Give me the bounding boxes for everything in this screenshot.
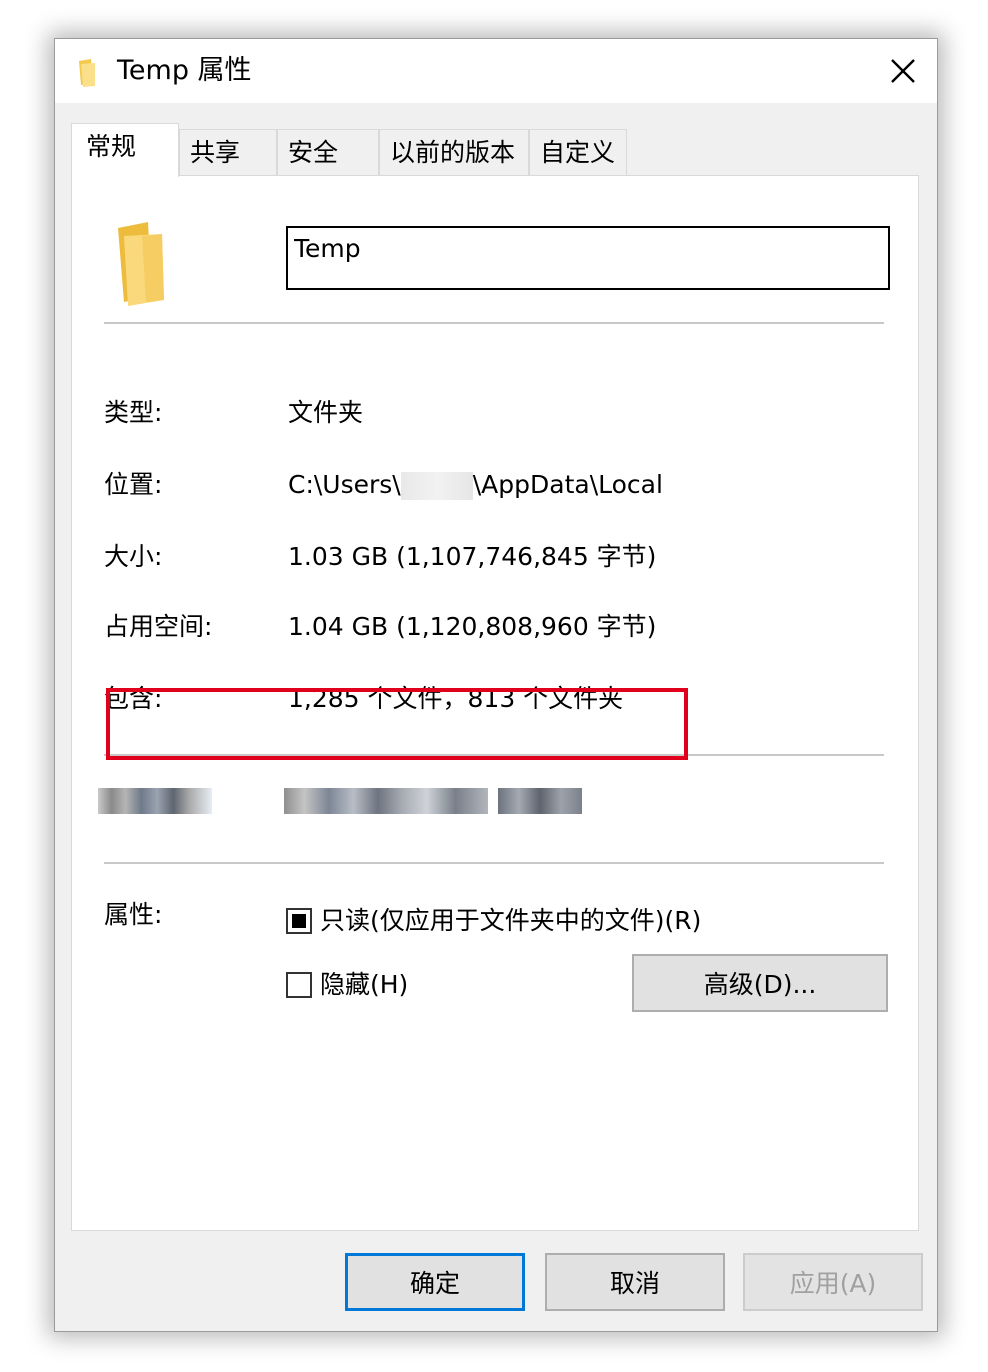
redacted-username	[400, 472, 473, 500]
location-label: 位置:	[104, 470, 163, 499]
folder-name-input[interactable]	[286, 226, 890, 290]
tab-previous-versions[interactable]: 以前的版本	[379, 129, 529, 175]
close-icon	[891, 59, 915, 83]
close-button[interactable]	[875, 45, 931, 97]
tab-customize[interactable]: 自定义	[529, 129, 627, 175]
readonly-checkbox[interactable]	[286, 908, 312, 934]
general-tab-panel: 类型: 文件夹 位置: C:\Users\\AppData\Local 大小: …	[71, 175, 919, 1231]
location-prefix: C:\Users\	[288, 470, 401, 499]
readonly-label[interactable]: 只读(仅应用于文件夹中的文件)(R)	[320, 904, 701, 938]
apply-button[interactable]: 应用(A)	[743, 1253, 923, 1311]
highlight-box	[106, 688, 688, 760]
folder-icon	[118, 222, 164, 306]
size-on-disk-value: 1.04 GB (1,120,808,960 字节)	[288, 612, 657, 641]
size-on-disk-label: 占用空间:	[104, 612, 213, 641]
type-value: 文件夹	[288, 398, 364, 427]
location-suffix: \AppData\Local	[472, 470, 663, 499]
redacted-value	[498, 788, 582, 814]
indeterminate-mark	[292, 914, 306, 928]
attributes-label: 属性:	[104, 900, 163, 929]
size-label: 大小:	[104, 542, 163, 571]
cancel-button[interactable]: 取消	[545, 1253, 725, 1311]
hidden-checkbox[interactable]	[286, 972, 312, 998]
hidden-label[interactable]: 隐藏(H)	[320, 968, 408, 1002]
redacted-label	[98, 788, 212, 814]
ok-button[interactable]: 确定	[345, 1253, 525, 1311]
window-title: Temp 属性	[117, 55, 252, 86]
folder-icon	[79, 59, 95, 87]
tab-security[interactable]: 安全	[277, 129, 379, 175]
type-label: 类型:	[104, 398, 163, 427]
properties-dialog: Temp 属性 常规 共享 安全 以前的版本 自定义 类型: 文件夹 位置: C…	[54, 38, 938, 1332]
tab-general[interactable]: 常规	[71, 123, 179, 177]
tab-sharing[interactable]: 共享	[179, 129, 277, 175]
size-value: 1.03 GB (1,107,746,845 字节)	[288, 542, 657, 571]
separator	[104, 322, 884, 324]
title-bar: Temp 属性	[55, 39, 937, 103]
advanced-button[interactable]: 高级(D)...	[632, 954, 888, 1012]
separator	[104, 862, 884, 864]
redacted-value	[284, 788, 488, 814]
location-value: C:\Users\ \AppData\Local	[288, 468, 663, 502]
